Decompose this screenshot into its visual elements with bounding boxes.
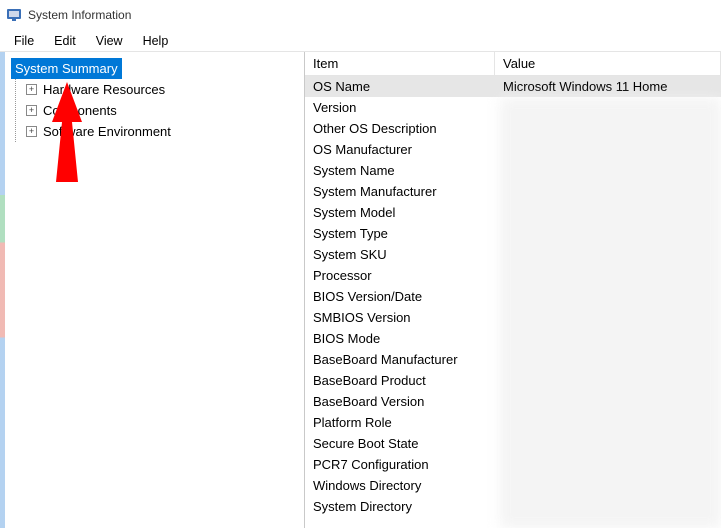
menu-edit[interactable]: Edit [44, 32, 86, 50]
grid-row[interactable]: SMBIOS Version [305, 307, 721, 328]
column-header-value[interactable]: Value [495, 52, 721, 75]
cell-item: OS Manufacturer [305, 142, 495, 157]
grid-row[interactable]: PCR7 Configuration [305, 454, 721, 475]
content-area: System Summary + Hardware Resources + Co… [0, 52, 721, 528]
cell-item: BaseBoard Version [305, 394, 495, 409]
grid-row[interactable]: OS NameMicrosoft Windows 11 Home [305, 76, 721, 97]
tree-software-environment[interactable]: + Software Environment [16, 121, 302, 142]
grid-row[interactable]: System Name [305, 160, 721, 181]
grid-row[interactable]: Other OS Description [305, 118, 721, 139]
cell-item: Other OS Description [305, 121, 495, 136]
grid-row[interactable]: BaseBoard Manufacturer [305, 349, 721, 370]
grid-row[interactable]: OS Manufacturer [305, 139, 721, 160]
grid-row[interactable]: Processor [305, 265, 721, 286]
tree-hardware-resources[interactable]: + Hardware Resources [16, 79, 302, 100]
grid-body[interactable]: OS NameMicrosoft Windows 11 HomeVersionO… [305, 76, 721, 528]
tree-label: Components [43, 103, 117, 118]
grid-row[interactable]: BaseBoard Version [305, 391, 721, 412]
grid-row[interactable]: System Manufacturer [305, 181, 721, 202]
cell-item: Platform Role [305, 415, 495, 430]
window-title: System Information [28, 8, 131, 22]
cell-item: Processor [305, 268, 495, 283]
menubar: File Edit View Help [0, 30, 721, 52]
menu-view[interactable]: View [86, 32, 133, 50]
cell-item: BaseBoard Manufacturer [305, 352, 495, 367]
cell-item: System Name [305, 163, 495, 178]
details-panel: Item Value OS NameMicrosoft Windows 11 H… [305, 52, 721, 528]
cell-item: Version [305, 100, 495, 115]
grid-row[interactable]: Secure Boot State [305, 433, 721, 454]
titlebar: System Information [0, 0, 721, 30]
grid-row[interactable]: BIOS Version/Date [305, 286, 721, 307]
tree-components[interactable]: + Components [16, 100, 302, 121]
tree-panel: System Summary + Hardware Resources + Co… [5, 52, 305, 528]
grid-row[interactable]: Windows Directory [305, 475, 721, 496]
grid-row[interactable]: Version [305, 97, 721, 118]
expand-icon[interactable]: + [26, 105, 37, 116]
cell-item: BIOS Version/Date [305, 289, 495, 304]
tree-label: Hardware Resources [43, 82, 165, 97]
grid-row[interactable]: BIOS Mode [305, 328, 721, 349]
grid-row[interactable]: System SKU [305, 244, 721, 265]
menu-file[interactable]: File [4, 32, 44, 50]
grid-row[interactable]: System Model [305, 202, 721, 223]
expand-icon[interactable]: + [26, 84, 37, 95]
cell-item: OS Name [305, 79, 495, 94]
cell-item: SMBIOS Version [305, 310, 495, 325]
grid-row[interactable]: System Directory [305, 496, 721, 517]
cell-item: System Manufacturer [305, 184, 495, 199]
cell-item: System Type [305, 226, 495, 241]
cell-item: Windows Directory [305, 478, 495, 493]
cell-item: BIOS Mode [305, 331, 495, 346]
grid-header: Item Value [305, 52, 721, 76]
app-icon [6, 7, 22, 23]
grid-row[interactable]: System Type [305, 223, 721, 244]
tree-label: Software Environment [43, 124, 171, 139]
cell-item: System SKU [305, 247, 495, 262]
menu-help[interactable]: Help [133, 32, 179, 50]
column-header-item[interactable]: Item [305, 52, 495, 75]
grid-row[interactable]: BaseBoard Product [305, 370, 721, 391]
cell-item: Secure Boot State [305, 436, 495, 451]
cell-item: System Model [305, 205, 495, 220]
tree-label: System Summary [15, 61, 118, 76]
cell-item: PCR7 Configuration [305, 457, 495, 472]
expand-icon[interactable]: + [26, 126, 37, 137]
cell-item: System Directory [305, 499, 495, 514]
grid-row[interactable]: Platform Role [305, 412, 721, 433]
cell-item: BaseBoard Product [305, 373, 495, 388]
tree-system-summary[interactable]: System Summary [11, 58, 122, 79]
cell-value: Microsoft Windows 11 Home [495, 79, 721, 94]
